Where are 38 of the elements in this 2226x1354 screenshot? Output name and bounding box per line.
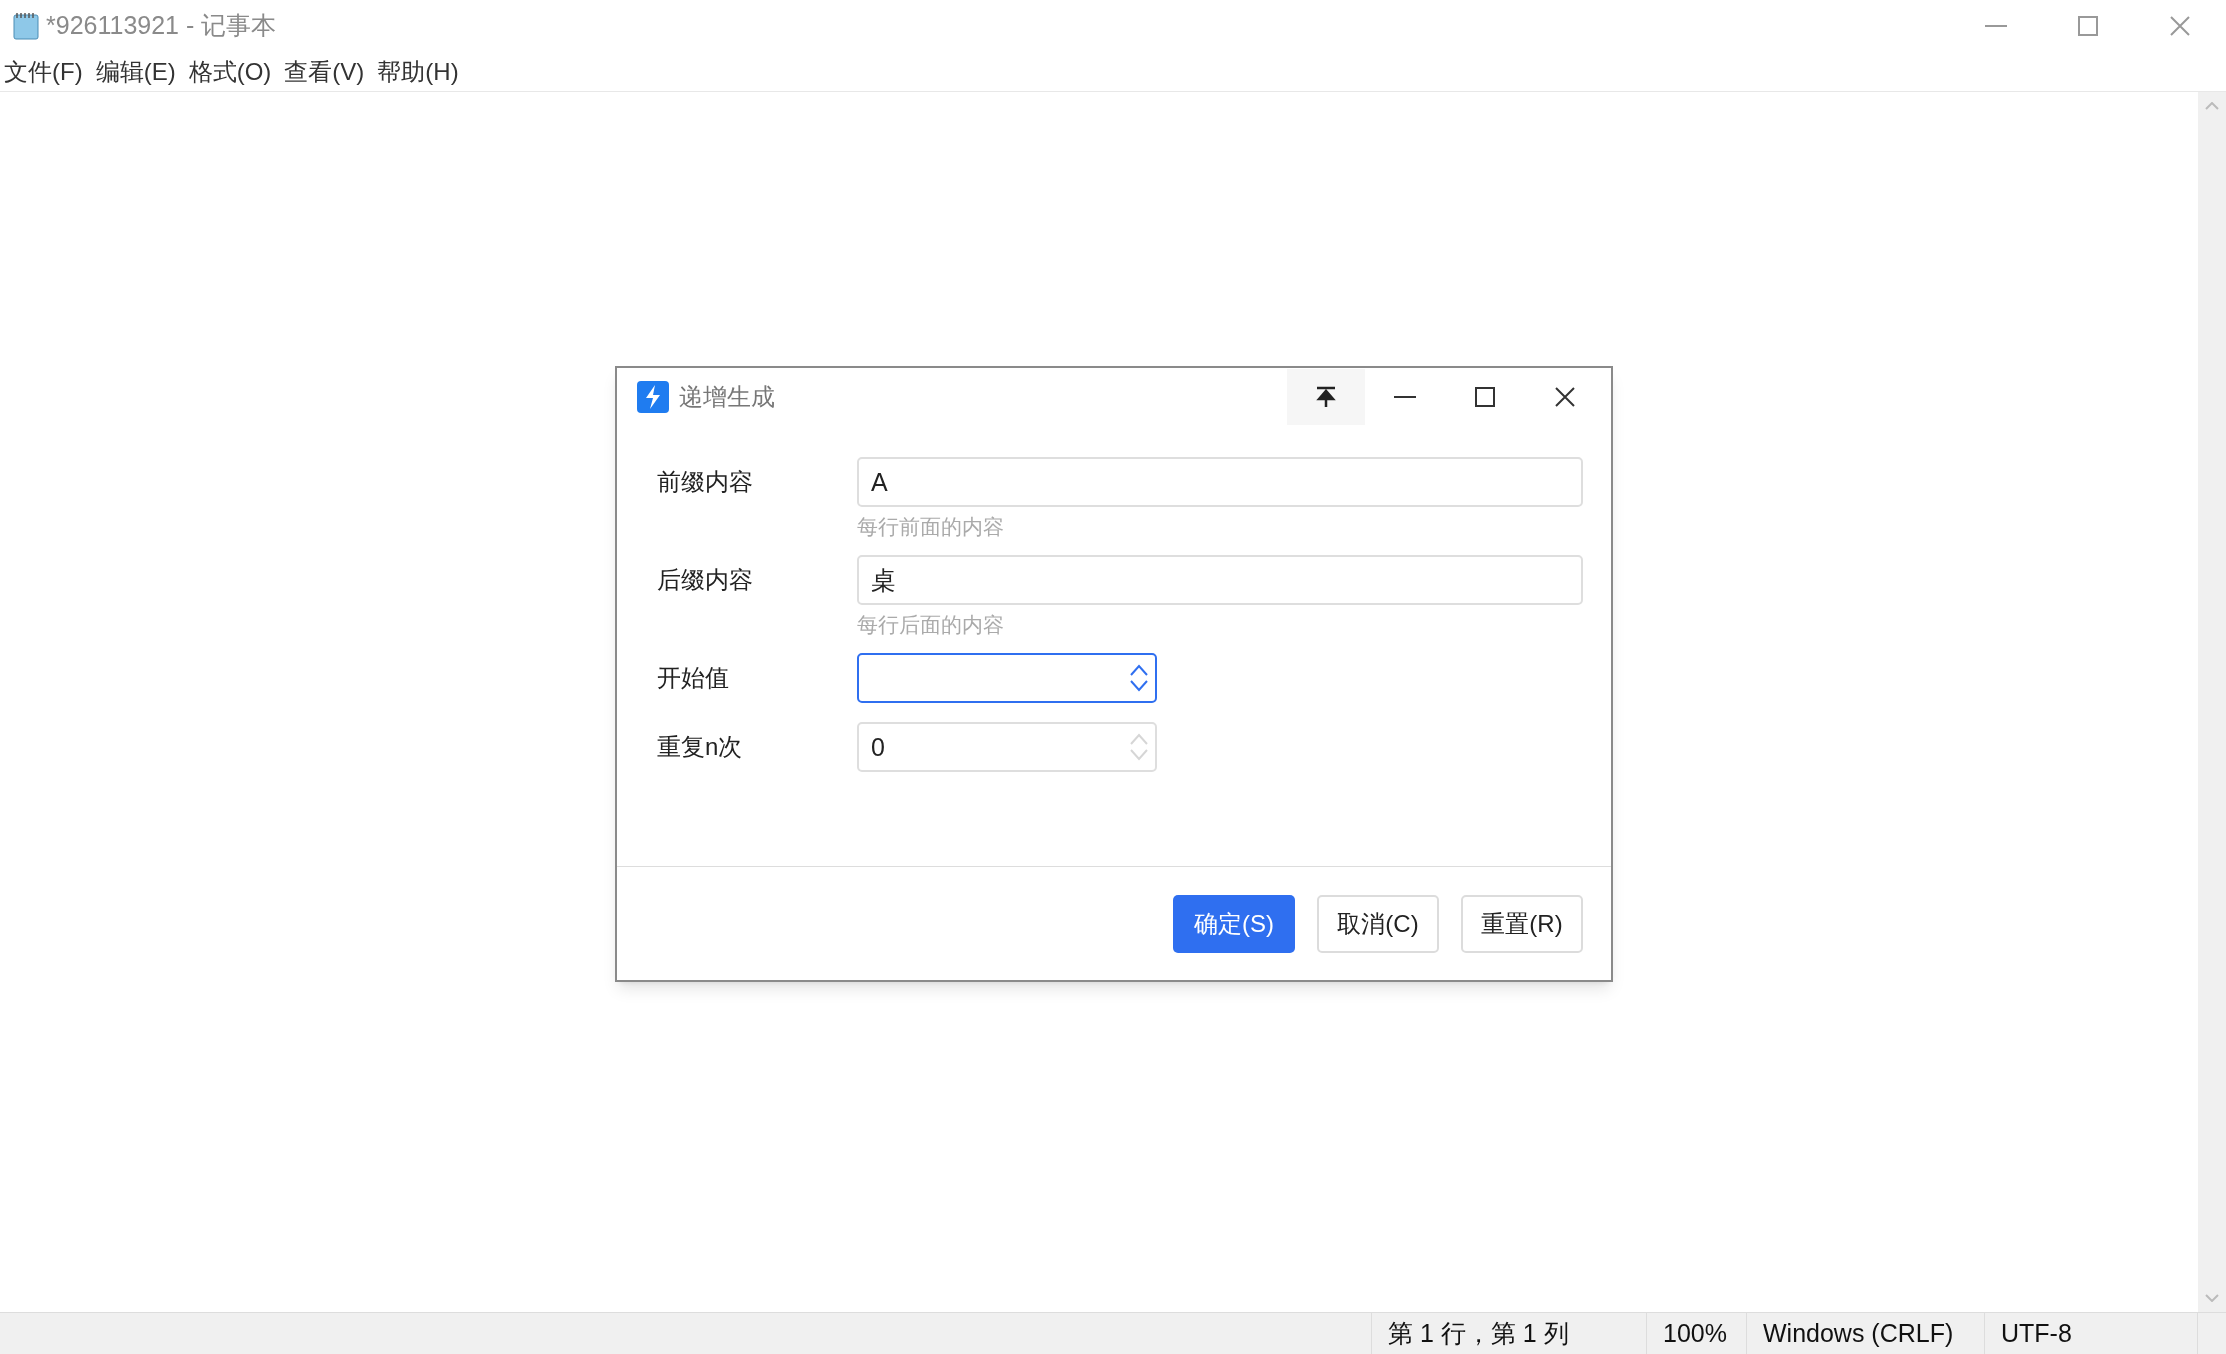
field-label: 前缀内容 (657, 467, 754, 497)
field-hint: 每行后面的内容 (857, 612, 1005, 638)
confirm-button[interactable]: 确定(S) (1173, 894, 1295, 953)
minimize-icon (1985, 25, 2007, 27)
input-field[interactable]: A (857, 457, 1583, 507)
number-field[interactable] (857, 653, 1157, 703)
minimize-icon (1394, 396, 1416, 398)
field-hint: 每行前面的内容 (857, 514, 1005, 540)
scroll-down-icon (2205, 1294, 2219, 1302)
scrollbar[interactable] (2198, 92, 2226, 1312)
field-label: 开始值 (657, 663, 730, 693)
pin-top-icon (1316, 386, 1336, 408)
input-field[interactable]: 桌 (857, 555, 1583, 605)
menu-item[interactable]: 编辑(E) (91, 53, 180, 90)
menu-item[interactable]: 格式(O) (184, 53, 276, 90)
status-text: 100% (1647, 1313, 1747, 1354)
status-text: 第 1 行，第 1 列 (1372, 1313, 1647, 1354)
maximize-icon (2078, 16, 2098, 36)
close-icon (2170, 16, 2190, 36)
field-label: 重复n次 (657, 732, 744, 762)
menu-item[interactable]: 帮助(H) (373, 53, 463, 90)
spinner-icon[interactable] (1129, 663, 1149, 693)
close-icon (1555, 387, 1575, 407)
menu-item[interactable]: 查看(V) (280, 53, 369, 90)
dialog-button[interactable]: 重置(R) (1461, 894, 1583, 953)
maximize-icon (1475, 387, 1495, 407)
scroll-up-icon (2205, 102, 2219, 110)
menu-item[interactable]: 文件(F) (0, 53, 87, 90)
window-title: *926113921 - 记事本 (46, 10, 277, 42)
number-field[interactable]: 0 (857, 722, 1157, 772)
dialog-title: 递增生成 (679, 382, 775, 412)
notepad-icon (10, 10, 42, 42)
status-text: UTF-8 (1985, 1313, 2198, 1354)
dialog-button[interactable]: 取消(C) (1317, 894, 1439, 953)
status-text: Windows (CRLF) (1747, 1313, 1985, 1354)
field-label: 后缀内容 (657, 565, 754, 595)
pin-button[interactable] (1287, 369, 1365, 425)
lightning-icon (637, 381, 669, 413)
